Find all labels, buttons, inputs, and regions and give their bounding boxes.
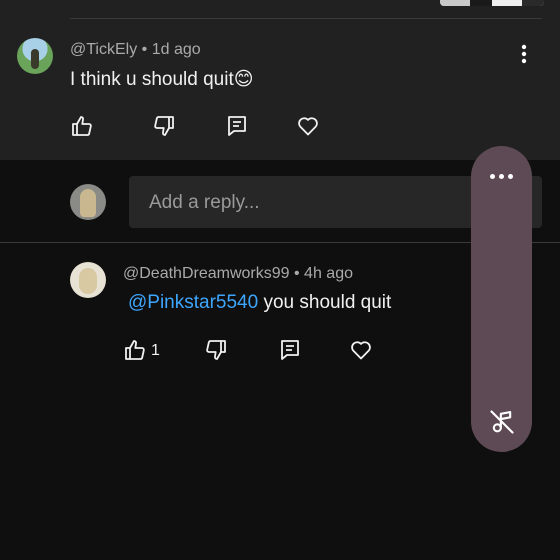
comment-card: @TickEly • 1d ago I think u should quit😊 [0,0,560,160]
reply-input[interactable] [147,176,481,230]
avatar[interactable] [70,262,106,298]
divider [70,18,542,19]
comment-time: 1d ago [151,41,201,58]
thumbs-down-icon[interactable] [202,336,230,364]
thumbs-down-icon[interactable] [150,112,178,140]
avatar [70,184,106,220]
heart-icon[interactable] [294,112,322,140]
comment-text: I think u should quit😊 [70,69,254,90]
video-thumbnail-strip[interactable] [440,0,544,6]
music-off-icon[interactable] [488,408,516,436]
reply-icon[interactable] [223,112,251,140]
reply-time: 4h ago [304,265,353,282]
more-horizontal-icon[interactable] [471,164,532,188]
more-vertical-icon[interactable] [512,42,536,66]
reply-text: @Pinkstar5540 you should quit [128,292,391,314]
avatar[interactable] [17,38,53,74]
reply-username[interactable]: @DeathDreamworks99 [123,265,290,282]
thumbs-up-icon[interactable] [68,112,96,140]
heart-icon[interactable] [347,336,375,364]
reply-meta: @DeathDreamworks99 • 4h ago [123,265,353,283]
comment-meta: @TickEly • 1d ago [70,41,201,59]
floating-media-pill[interactable] [471,146,532,452]
reply-icon[interactable] [276,336,304,364]
meta-separator: • [141,41,148,58]
thumbs-up-icon[interactable] [121,336,149,364]
meta-separator: • [293,265,300,282]
like-count: 1 [151,342,160,359]
mention-link[interactable]: @Pinkstar5540 [128,292,258,313]
comment-username[interactable]: @TickEly [70,41,137,58]
reply-body: you should quit [263,292,392,313]
